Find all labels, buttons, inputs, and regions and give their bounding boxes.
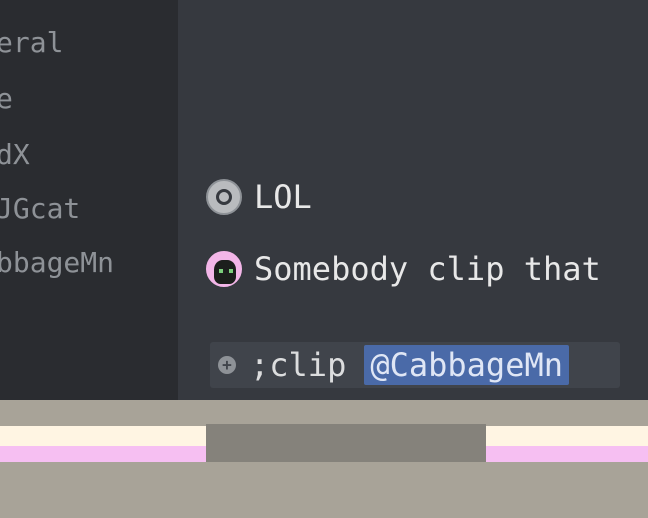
user-mention[interactable]: @CabbageMn (364, 345, 569, 385)
chat-input-field[interactable]: + ;clip @CabbageMn (210, 342, 620, 388)
chat-panel: LOL Somebody clip that (178, 0, 648, 400)
sidebar-item-user-3[interactable]: JGcat (0, 192, 80, 226)
sidebar-item-user-1[interactable]: e (0, 82, 13, 116)
pink-cat-avatar-icon (206, 251, 242, 287)
sidebar-item-user-2[interactable]: dX (0, 138, 30, 172)
avatar-eye (229, 269, 233, 273)
input-text[interactable]: ;clip (250, 346, 346, 384)
chat-message: LOL (206, 178, 312, 216)
plus-icon[interactable]: + (218, 356, 236, 374)
grey-circle-avatar-icon (206, 179, 242, 215)
message-text: LOL (254, 178, 312, 216)
avatar-eye (219, 269, 223, 273)
message-text: Somebody clip that (254, 250, 601, 288)
sidebar-item-user-4[interactable]: bbageMn (0, 246, 114, 280)
sidebar-item-general[interactable]: eral (0, 26, 63, 60)
chat-message: Somebody clip that (206, 250, 601, 288)
hud-slot (206, 424, 486, 462)
channel-user-sidebar: eral e dX JGcat bbageMn (0, 0, 178, 400)
game-hud-bar (0, 400, 648, 518)
